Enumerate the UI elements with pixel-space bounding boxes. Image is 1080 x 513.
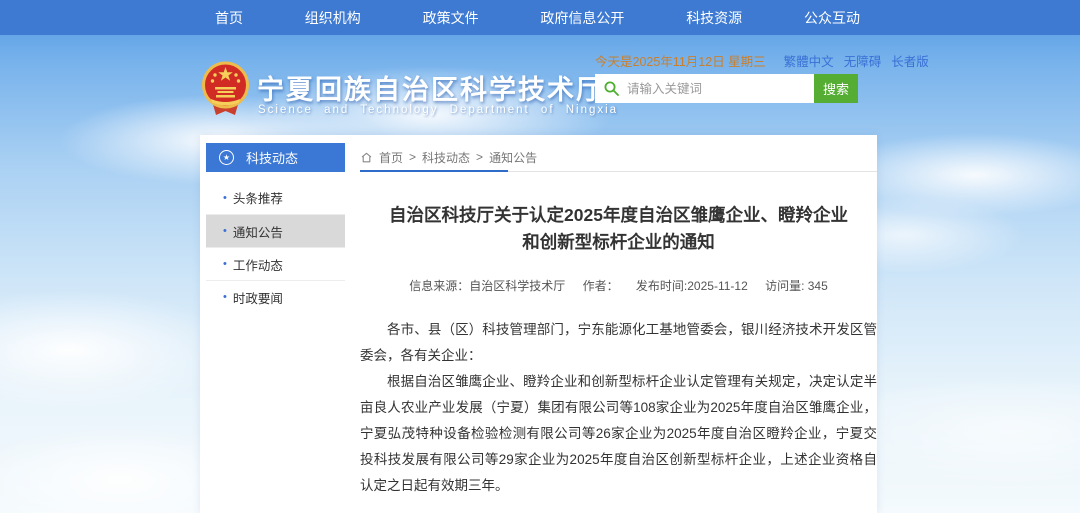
sidebar-item-label: 工作动态 — [233, 255, 283, 274]
breadcrumb-tech-trends[interactable]: 科技动态 — [422, 149, 470, 166]
home-icon — [360, 151, 373, 164]
site-title: 宁夏回族自治区科学技术厅 — [257, 68, 605, 107]
sidebar-item-work-trends[interactable]: • 工作动态 — [206, 247, 345, 280]
content-panel: ★ 科技动态 • 头条推荐 • 通知公告 • 工作动态 • 时政要闻 — [200, 135, 877, 513]
breadcrumb-separator: > — [476, 150, 483, 164]
breadcrumb-accent-line — [360, 170, 508, 172]
page: 首页 组织机构 政策文件 政府信息公开 科技资源 公众互动 宁夏回族自治区科学技… — [0, 0, 1080, 513]
meta-author: 作者： — [583, 279, 619, 293]
nav-item-policy[interactable]: 政策文件 — [423, 8, 479, 28]
sidebar-title: 科技动态 — [246, 148, 298, 167]
top-nav: 首页 组织机构 政策文件 政府信息公开 科技资源 公众互动 — [0, 0, 1080, 35]
sidebar-item-headlines[interactable]: • 头条推荐 — [206, 181, 345, 214]
article-title: 自治区科技厅关于认定2025年度自治区雏鹰企业、瞪羚企业 和创新型标杆企业的通知 — [360, 202, 877, 256]
sidebar: ★ 科技动态 • 头条推荐 • 通知公告 • 工作动态 • 时政要闻 — [206, 143, 345, 313]
main-content: 首页 > 科技动态 > 通知公告 自治区科技厅关于认定2025年度自治区雏鹰企业… — [360, 143, 877, 513]
link-accessibility[interactable]: 无障碍 — [844, 51, 882, 70]
current-date: 今天是2025年11月12日 星期三 — [595, 51, 766, 70]
breadcrumb: 首页 > 科技动态 > 通知公告 — [360, 143, 877, 172]
sidebar-menu: • 头条推荐 • 通知公告 • 工作动态 • 时政要闻 — [206, 181, 345, 313]
paragraph: 各市、县（区）科技管理部门，宁东能源化工基地管委会，银川经济技术开发区管委会，各… — [360, 317, 877, 369]
meta-views: 访问量: 345 — [765, 279, 828, 293]
article-body: 各市、县（区）科技管理部门，宁东能源化工基地管委会，银川经济技术开发区管委会，各… — [360, 317, 877, 499]
sidebar-item-current-politics[interactable]: • 时政要闻 — [206, 280, 345, 313]
link-elderly-version[interactable]: 长者版 — [891, 51, 929, 70]
search-input[interactable] — [595, 74, 814, 103]
sidebar-item-label: 通知公告 — [233, 222, 283, 241]
bullet-icon: • — [223, 192, 227, 204]
nav-item-gov-info[interactable]: 政府信息公开 — [540, 8, 624, 28]
search-button[interactable]: 搜索 — [814, 74, 858, 103]
bullet-icon: • — [223, 258, 227, 270]
sidebar-item-label: 时政要闻 — [233, 288, 283, 307]
sidebar-header: ★ 科技动态 — [206, 143, 345, 172]
nav-item-home[interactable]: 首页 — [215, 8, 243, 28]
nav-item-organization[interactable]: 组织机构 — [305, 8, 361, 28]
bullet-icon: • — [223, 225, 227, 237]
topbar-utility: 今天是2025年11月12日 星期三 繁體中文 无障碍 长者版 — [595, 51, 873, 70]
breadcrumb-home[interactable]: 首页 — [379, 149, 403, 166]
nav-item-resources[interactable]: 科技资源 — [686, 8, 742, 28]
bullet-icon: • — [223, 291, 227, 303]
national-emblem-logo — [202, 59, 249, 122]
article-meta: 信息来源：自治区科学技术厅 作者： 发布时间:2025-11-12 访问量: 3… — [360, 277, 877, 294]
sidebar-item-label: 头条推荐 — [233, 188, 283, 207]
paragraph: 根据自治区雏鹰企业、瞪羚企业和创新型标杆企业认定管理有关规定，决定认定半亩良人农… — [360, 369, 877, 499]
meta-publish-date: 发布时间:2025-11-12 — [636, 279, 748, 293]
star-circle-icon: ★ — [219, 150, 234, 165]
meta-source: 信息来源：自治区科学技术厅 — [409, 279, 565, 293]
link-traditional-chinese[interactable]: 繁體中文 — [784, 51, 834, 70]
nav-item-interaction[interactable]: 公众互动 — [804, 8, 860, 28]
breadcrumb-separator: > — [409, 150, 416, 164]
site-subtitle: Science and Technology Department of Nin… — [258, 104, 618, 116]
search-icon — [603, 80, 620, 97]
sidebar-item-notices[interactable]: • 通知公告 — [206, 214, 345, 247]
search-bar: 搜索 — [595, 74, 858, 103]
breadcrumb-notices[interactable]: 通知公告 — [489, 149, 537, 166]
